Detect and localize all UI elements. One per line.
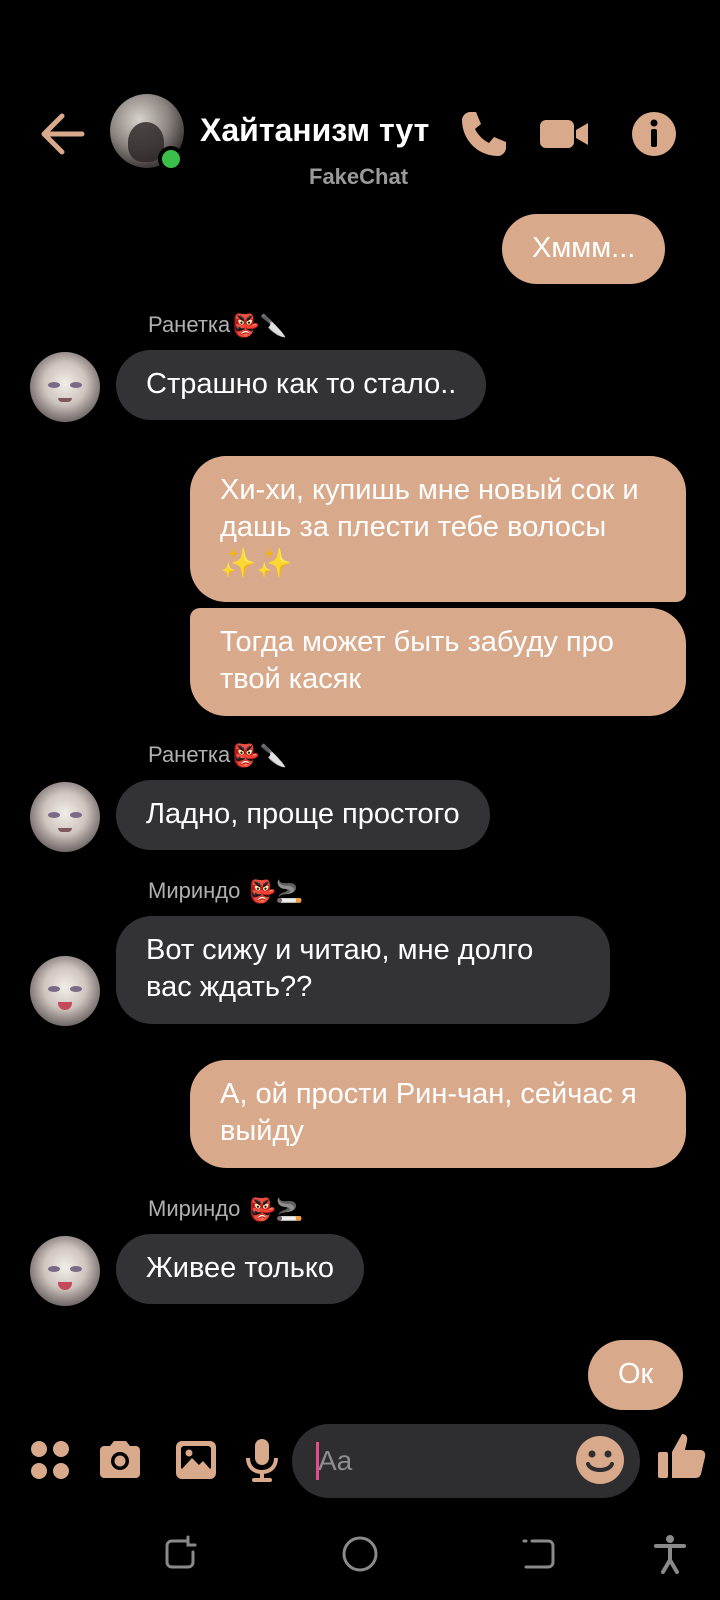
outgoing-message[interactable]: Хммм... [502,214,666,284]
video-call-icon[interactable] [536,106,592,162]
back-arrow-icon[interactable] [36,108,88,160]
online-status-dot [158,146,184,172]
sender-name: Мириндо 👺🚬 [148,878,304,905]
accessibility-icon[interactable] [648,1532,692,1576]
gallery-icon[interactable] [172,1436,220,1484]
sender-name: Мириндо 👺🚬 [148,1196,304,1223]
incoming-message[interactable]: Вот сижу и читаю, мне долго вас ждать?? [116,916,610,1024]
info-icon[interactable] [626,106,682,162]
chat-header: Хайтанизм тут FakeChat [0,80,720,200]
incoming-message[interactable]: Страшно как то стало.. [116,350,487,420]
phone-call-icon[interactable] [456,106,512,162]
mic-icon[interactable] [238,1436,286,1484]
chat-title[interactable]: Хайтанизм тут [200,112,429,149]
sender-name: Ранетка👺🔪 [148,742,288,769]
thumbs-up-icon[interactable] [654,1428,710,1484]
sender-avatar[interactable] [30,352,100,422]
sender-name: Ранетка👺🔪 [148,312,288,339]
sender-avatar[interactable] [30,956,100,1026]
home-icon[interactable] [338,1532,382,1576]
emoji-icon[interactable] [574,1434,626,1486]
recents-icon[interactable] [158,1532,202,1576]
text-caret [316,1442,319,1480]
outgoing-message[interactable]: Ок [588,1340,684,1410]
incoming-message[interactable]: Живее только [116,1234,364,1304]
outgoing-message[interactable]: Хи-хи, купишь мне новый сок и дашь за пл… [190,456,686,602]
incoming-message[interactable]: Ладно, проще простого [116,780,490,850]
outgoing-message[interactable]: Тогда может быть забуду про твой касяк [190,608,686,716]
outgoing-message[interactable]: А, ой прости Рин-чан, сейчас я выйду [190,1060,686,1168]
sender-avatar[interactable] [30,1236,100,1306]
chat-subtitle: FakeChat [309,164,409,189]
back-icon[interactable] [518,1532,562,1576]
sender-avatar[interactable] [30,782,100,852]
message-composer [0,1418,720,1508]
apps-icon[interactable] [26,1436,74,1484]
system-navigation-bar [0,1510,720,1600]
camera-icon[interactable] [96,1436,144,1484]
